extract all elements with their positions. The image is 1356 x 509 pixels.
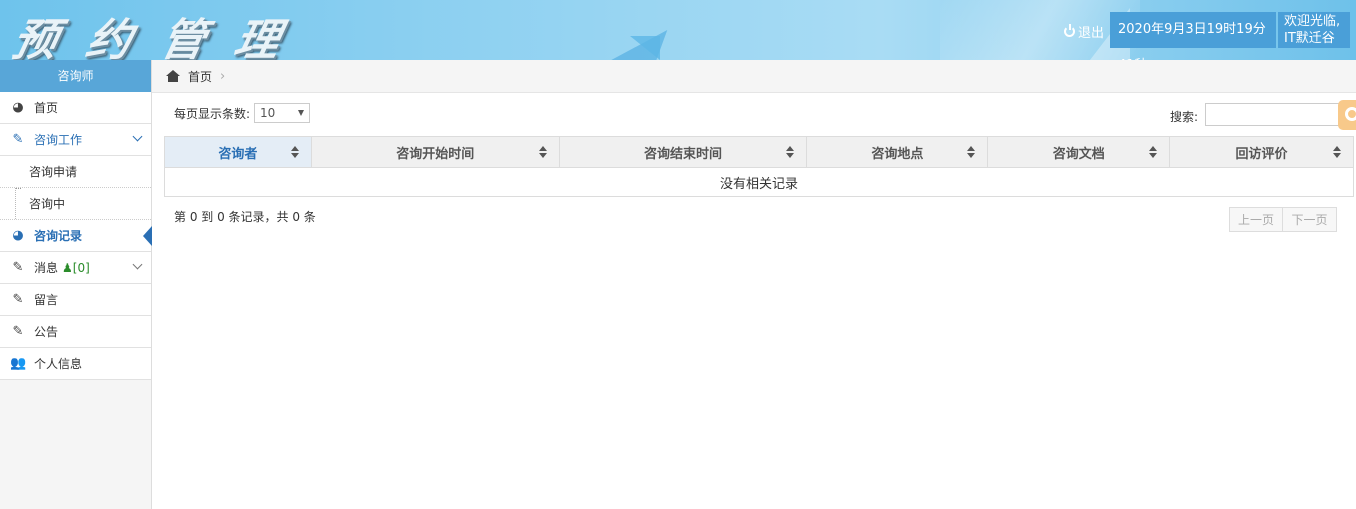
sidebar-item-consult-work[interactable]: ✎ 咨询工作 (0, 124, 151, 156)
current-datetime: 2020年9月3日19时19分41秒 (1110, 12, 1276, 60)
username: IT默迁谷 (1284, 31, 1335, 46)
gear-icon (1345, 107, 1356, 121)
column-header-label: 咨询者 (218, 146, 258, 162)
sidebar-item-label: 公告 (34, 325, 59, 339)
sidebar-item-consult-records[interactable]: ◕ 咨询记录 (0, 220, 152, 252)
sort-icon (290, 146, 299, 158)
settings-tab[interactable] (1338, 100, 1356, 130)
sidebar-item-label: 消息 (34, 261, 59, 275)
sidebar: 咨询师 ◕ 首页 ✎ 咨询工作 咨询申请 咨询中 ◕ 咨询记录 ✎ 消息 ♟ [… (0, 60, 152, 509)
app-logo: 预约管理 (7, 15, 315, 60)
column-header-start-time[interactable]: 咨询开始时间 (310, 136, 560, 168)
search-label: 搜索: (1170, 110, 1199, 124)
sidebar-item-home[interactable]: ◕ 首页 (0, 92, 151, 124)
sidebar-item-label: 咨询记录 (34, 229, 83, 243)
edit-icon: ✎ (12, 324, 24, 339)
breadcrumb: 首页 › (152, 60, 1356, 93)
column-header-label: 咨询文档 (1052, 146, 1105, 162)
edit-icon: ✎ (12, 260, 24, 275)
sidebar-item-label: 咨询中 (29, 197, 66, 211)
sidebar-subitem-consulting[interactable]: 咨询中 (0, 188, 151, 221)
bell-icon: ♟ (62, 260, 73, 275)
empty-message: 没有相关记录 (164, 167, 1354, 197)
sidebar-title: 咨询师 (0, 60, 151, 92)
page-size-select[interactable]: 10 (254, 103, 311, 123)
sidebar-item-label: 个人信息 (34, 357, 83, 371)
edit-icon: ✎ (12, 292, 24, 307)
sort-icon (1333, 146, 1341, 158)
page-size-value: 10 (260, 106, 276, 120)
column-header-label: 回访评价 (1235, 146, 1288, 162)
page-size-label: 每页显示条数: (174, 106, 251, 121)
sidebar-item-label: 首页 (34, 101, 59, 115)
breadcrumb-separator: › (220, 68, 226, 84)
sort-icon (1149, 146, 1158, 158)
column-header-label: 咨询开始时间 (396, 146, 475, 162)
welcome-line: 欢迎光临, (1284, 14, 1341, 29)
column-header-location[interactable]: 咨询地点 (806, 136, 989, 168)
sidebar-item-announcements[interactable]: ✎ 公告 (0, 316, 151, 348)
pagination-summary: 第 0 到 0 条记录，共 0 条 (174, 210, 316, 224)
logout-label: 退出 (1078, 26, 1105, 41)
header-decoration (630, 36, 660, 60)
sidebar-item-messages[interactable]: ✎ 消息 ♟ [0] (0, 252, 151, 284)
dropdown-arrow-icon (298, 110, 305, 116)
column-header-label: 咨询结束时间 (644, 146, 723, 162)
page-size-control: 每页显示条数: 10 (174, 103, 311, 123)
sidebar-item-label: 咨询申请 (29, 165, 78, 179)
logout-button[interactable]: 退出 (1064, 22, 1104, 41)
sidebar-subitem-consult-apply[interactable]: 咨询申请 (0, 156, 151, 188)
users-icon: 👥 (10, 356, 27, 371)
prev-page-button[interactable]: 上一页 (1229, 207, 1283, 232)
message-count-badge: [0] (72, 260, 90, 275)
edit-icon: ✎ (12, 132, 24, 147)
power-icon (1064, 24, 1075, 37)
column-header-feedback[interactable]: 回访评价 (1169, 136, 1354, 168)
sidebar-item-profile[interactable]: 👥 个人信息 (0, 348, 151, 380)
column-header-label: 咨询地点 (871, 146, 924, 162)
records-table: 咨询者 咨询开始时间 咨询结束时间 咨询地点 咨询文档 回访评价 没有相关记录 (164, 136, 1354, 197)
sidebar-item-guestbook[interactable]: ✎ 留言 (0, 284, 151, 316)
welcome-box: 欢迎光临, IT默迁谷 (1278, 12, 1350, 48)
chevron-down-icon (132, 259, 143, 270)
home-icon (166, 70, 180, 82)
breadcrumb-home[interactable]: 首页 (188, 68, 212, 85)
table-row: 没有相关记录 (164, 167, 1354, 197)
chevron-down-icon (132, 131, 143, 142)
column-header-consultant[interactable]: 咨询者 (164, 136, 312, 168)
pagination: 上一页 下一页 (1229, 207, 1337, 232)
column-header-document[interactable]: 咨询文档 (987, 136, 1171, 168)
sidebar-item-label: 咨询工作 (34, 133, 83, 147)
search-input[interactable] (1205, 103, 1345, 126)
sidebar-item-label: 留言 (34, 293, 59, 307)
sort-icon (967, 146, 976, 158)
dashboard-icon: ◕ (12, 100, 24, 115)
table-header-row: 咨询者 咨询开始时间 咨询结束时间 咨询地点 咨询文档 回访评价 (164, 136, 1354, 168)
sort-icon (538, 146, 547, 158)
dashboard-icon: ◕ (12, 228, 24, 243)
column-header-end-time[interactable]: 咨询结束时间 (558, 136, 808, 168)
next-page-button[interactable]: 下一页 (1283, 207, 1337, 232)
sort-icon (786, 146, 795, 158)
top-header: 预约管理 退出 2020年9月3日19时19分41秒 欢迎光临, IT默迁谷 (0, 0, 1356, 60)
